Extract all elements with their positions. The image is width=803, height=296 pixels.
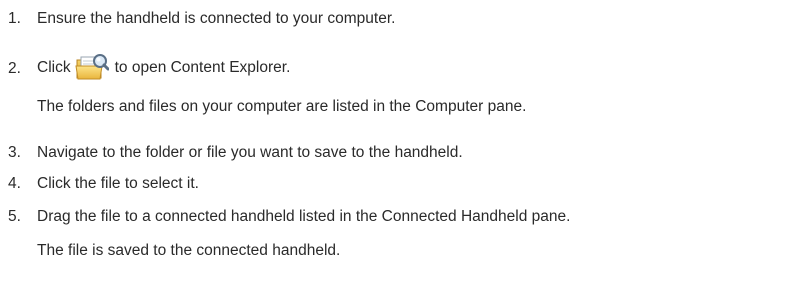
step-text-before: Click — [37, 59, 71, 76]
step-text: Ensure the handheld is connected to your… — [37, 10, 396, 27]
step-text: Click the file to select it. — [37, 175, 199, 192]
content-explorer-folder-icon — [75, 52, 110, 82]
step-number: 4. — [8, 175, 21, 192]
step-5-note: The file is saved to the connected handh… — [37, 242, 341, 259]
step-text-after: to open Content Explorer. — [114, 59, 291, 76]
step-2-note: The folders and files on your computer a… — [37, 98, 527, 115]
step-number: 1. — [8, 10, 21, 27]
step-number: 3. — [8, 144, 21, 161]
step-number: 2. — [8, 60, 21, 77]
step-text: Drag the file to a connected handheld li… — [37, 208, 571, 225]
document-page: { "steps": [ { "number": "1.", "text": "… — [0, 0, 803, 296]
step-number: 5. — [8, 208, 21, 225]
step-text: Click to open Content Explorer. — [37, 52, 290, 82]
step-text: Navigate to the folder or file you want … — [37, 144, 463, 161]
